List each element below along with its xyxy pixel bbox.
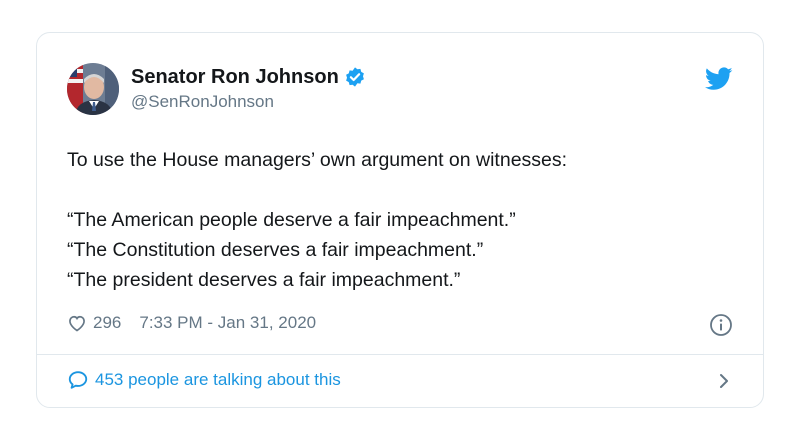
tweet-text-line-1: To use the House managers’ own argument …: [67, 149, 568, 171]
twitter-bird-icon[interactable]: [704, 67, 733, 91]
tweet-text: To use the House managers’ own argument …: [67, 145, 737, 295]
chevron-right-icon[interactable]: [715, 371, 733, 391]
heart-icon[interactable]: [67, 313, 87, 333]
speech-bubble-icon: [67, 369, 89, 391]
tweet-meta: 296 7:33 PM - Jan 31, 2020: [67, 313, 316, 333]
conversation-link[interactable]: 453 people are talking about this: [67, 369, 341, 391]
name-row: Senator Ron Johnson: [131, 65, 366, 89]
tweet-text-line-2: “The American people deserve a fair impe…: [67, 209, 516, 231]
author-display-name[interactable]: Senator Ron Johnson: [131, 65, 339, 89]
tweet-timestamp[interactable]: 7:33 PM - Jan 31, 2020: [139, 313, 316, 333]
author-handle[interactable]: @SenRonJohnson: [131, 91, 366, 113]
avatar[interactable]: [67, 63, 119, 115]
tweet-card[interactable]: Senator Ron Johnson @SenRonJohnson To us…: [36, 32, 764, 408]
tweet-header: Senator Ron Johnson @SenRonJohnson: [67, 63, 366, 115]
conversation-text[interactable]: 453 people are talking about this: [95, 370, 341, 390]
info-icon[interactable]: [709, 313, 733, 337]
tweet-text-line-3: “The Constitution deserves a fair impeac…: [67, 239, 484, 261]
tweet-text-line-4: “The president deserves a fair impeachme…: [67, 269, 461, 291]
like-count[interactable]: 296: [93, 313, 121, 333]
verified-badge-icon: [344, 66, 366, 88]
author-names: Senator Ron Johnson @SenRonJohnson: [131, 65, 366, 113]
avatar-image: [67, 63, 119, 115]
footer-divider: [37, 354, 763, 355]
